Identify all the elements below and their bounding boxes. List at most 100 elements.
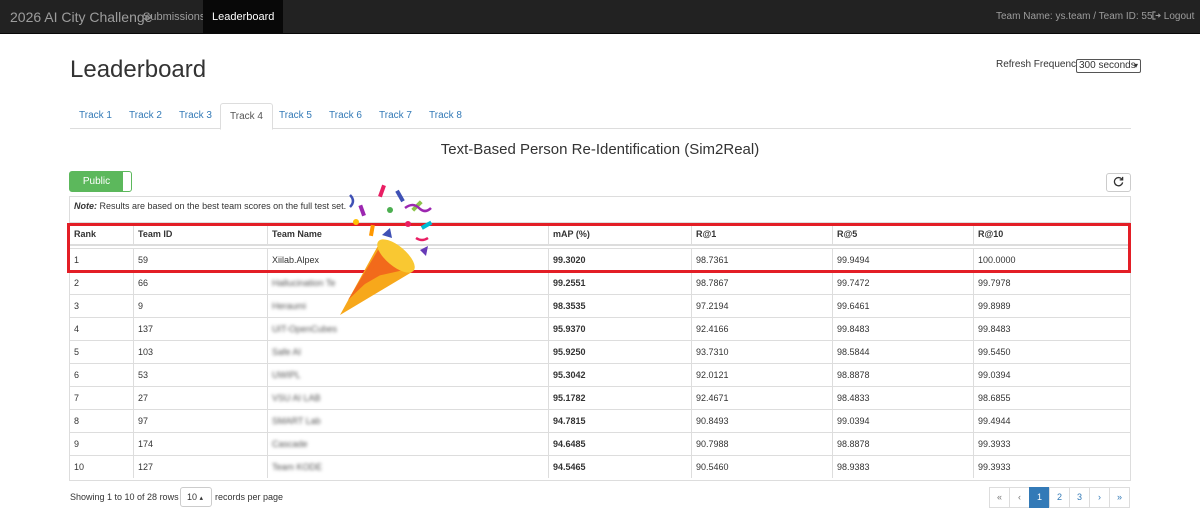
page-next[interactable]: ›: [1089, 487, 1110, 508]
cell-rank: 10: [74, 462, 85, 472]
caret-up-icon: ▴: [199, 495, 204, 502]
cell-r5: 99.8483: [832, 318, 973, 340]
cell-r1: 92.4166: [691, 318, 832, 340]
cell-team-name: Safe AI: [267, 341, 548, 363]
track-title: Text-Based Person Re-Identification (Sim…: [440, 141, 760, 158]
cell-r5: 98.9383: [832, 456, 973, 478]
cell-r1: 97.2194: [691, 295, 832, 317]
cell-team-name: SMART Lab: [267, 410, 548, 432]
refresh-frequency-select[interactable]: 300 seconds ▾: [1076, 59, 1141, 73]
cell-team-name: UIT-OpenCubes: [267, 318, 548, 340]
page-title: Leaderboard: [70, 56, 207, 83]
cell-map: 99.2551: [548, 272, 691, 294]
cell-r5: 98.5844: [832, 341, 973, 363]
note-text: Results are based on the best team score…: [97, 201, 347, 211]
cell-r5: 99.6461: [832, 295, 973, 317]
cell-team-id: 97: [133, 410, 267, 432]
cell-r10: 99.8989: [973, 295, 1130, 317]
cell-map: 94.5465: [548, 456, 691, 478]
top-navbar: 2026 AI City Challenge Submissions Leade…: [0, 0, 1200, 34]
tab-track-1[interactable]: Track 1: [70, 103, 121, 129]
top-result-highlight: [67, 223, 1131, 273]
nav-leaderboard[interactable]: Leaderboard: [203, 0, 284, 34]
cell-r1: 90.5460: [691, 456, 832, 478]
cell-r1: 98.7867: [691, 272, 832, 294]
cell-team-name: Team KODE: [267, 456, 548, 478]
table-row: 6 53 UWIPL 95.3042 92.0121 98.8878 99.0394: [70, 363, 1130, 386]
cell-rank: 4: [74, 324, 80, 334]
cell-rank: 3: [74, 301, 80, 311]
page-first[interactable]: «: [989, 487, 1010, 508]
page-1[interactable]: 1: [1029, 487, 1050, 508]
cell-r1: 90.7988: [691, 433, 832, 455]
tab-track-6[interactable]: Track 6: [320, 103, 371, 129]
cell-r5: 99.0394: [832, 410, 973, 432]
records-per-page-label: records per page: [215, 492, 284, 502]
cell-rank: 5: [74, 347, 80, 357]
table-row: 7 27 VSU AI LAB 95.1782 92.4671 98.4833 98.685…: [70, 386, 1130, 409]
table-row: 9 174 Cascade 94.6485 90.7988 98.8878 99.3933: [70, 432, 1130, 455]
cell-team-id: 9: [133, 295, 267, 317]
team-name-blurred: SMART Lab: [272, 416, 321, 426]
cell-r5: 98.8878: [832, 364, 973, 386]
per-page-value: 10: [187, 492, 198, 502]
cell-map: 95.1782: [548, 387, 691, 409]
cell-r10: 99.3933: [973, 433, 1130, 455]
team-name-blurred: UWIPL: [272, 370, 301, 380]
cell-r10: 99.0394: [973, 364, 1130, 386]
cell-rank: 2: [74, 278, 80, 288]
cell-rank: 9: [74, 439, 80, 449]
refresh-button[interactable]: [1106, 173, 1131, 192]
cell-map: 95.9370: [548, 318, 691, 340]
refresh-icon: [1113, 176, 1124, 187]
table-note: Note: Results are based on the best team…: [74, 201, 346, 211]
cell-map: 94.6485: [548, 433, 691, 455]
cell-team-name: VSU AI LAB: [267, 387, 548, 409]
cell-r10: 99.4944: [973, 410, 1130, 432]
logout-label: Logout: [1163, 11, 1195, 22]
page-3[interactable]: 3: [1069, 487, 1090, 508]
tab-track-3[interactable]: Track 3: [170, 103, 221, 129]
cell-r1: 92.0121: [691, 364, 832, 386]
tab-track-8[interactable]: Track 8: [420, 103, 471, 129]
track-tabs: Track 1 Track 2 Track 3 Track 4 Track 5 …: [70, 103, 1131, 130]
cell-r10: 99.8483: [973, 318, 1130, 340]
cell-team-id: 66: [133, 272, 267, 294]
cell-map: 95.9250: [548, 341, 691, 363]
tab-track-4[interactable]: Track 4: [220, 103, 273, 130]
cell-map: 98.3535: [548, 295, 691, 317]
pagination-summary: Showing 1 to 10 of 28 rows: [70, 492, 179, 502]
cell-r1: 90.8493: [691, 410, 832, 432]
cell-team-id: 103: [133, 341, 267, 363]
cell-r5: 99.7472: [832, 272, 973, 294]
brand-title[interactable]: 2026 AI City Challenge: [10, 0, 152, 34]
cell-map: 95.3042: [548, 364, 691, 386]
logout-icon: [1152, 11, 1161, 20]
page-2[interactable]: 2: [1049, 487, 1070, 508]
tab-track-2[interactable]: Track 2: [120, 103, 171, 129]
cell-r10: 99.3933: [973, 456, 1130, 478]
table-row: 10 127 Team KODE 94.5465 90.5460 98.9383 99.39…: [70, 455, 1130, 478]
public-toggle-label: Public: [70, 172, 123, 191]
cell-team-id: 127: [133, 456, 267, 478]
logout-link[interactable]: Logout: [1152, 0, 1194, 34]
table-row: 5 103 Safe AI 95.9250 93.7310 98.5844 99.5450: [70, 340, 1130, 363]
party-popper-icon: [340, 184, 433, 315]
tab-track-5[interactable]: Track 5: [270, 103, 321, 129]
table-row: 8 97 SMART Lab 94.7815 90.8493 99.0394 99.4944: [70, 409, 1130, 432]
refresh-frequency-label: Refresh Frequency: [996, 59, 1082, 70]
cell-rank: 8: [74, 416, 80, 426]
per-page-select[interactable]: 10 ▴: [180, 487, 212, 507]
team-name-blurred: Team KODE: [272, 462, 323, 472]
page-prev[interactable]: ‹: [1009, 487, 1030, 508]
cell-team-id: 27: [133, 387, 267, 409]
public-toggle[interactable]: Public: [69, 171, 132, 192]
team-name-blurred: Heraumi: [272, 301, 307, 311]
team-name-blurred: UIT-OpenCubes: [272, 324, 338, 334]
tab-track-7[interactable]: Track 7: [370, 103, 421, 129]
table-row: 2 66 Hallucination Te 99.2551 98.7867 99.7472…: [70, 271, 1130, 294]
cell-r1: 92.4671: [691, 387, 832, 409]
page-last[interactable]: »: [1109, 487, 1130, 508]
cell-team-name: UWIPL: [267, 364, 548, 386]
cell-r10: 98.6855: [973, 387, 1130, 409]
